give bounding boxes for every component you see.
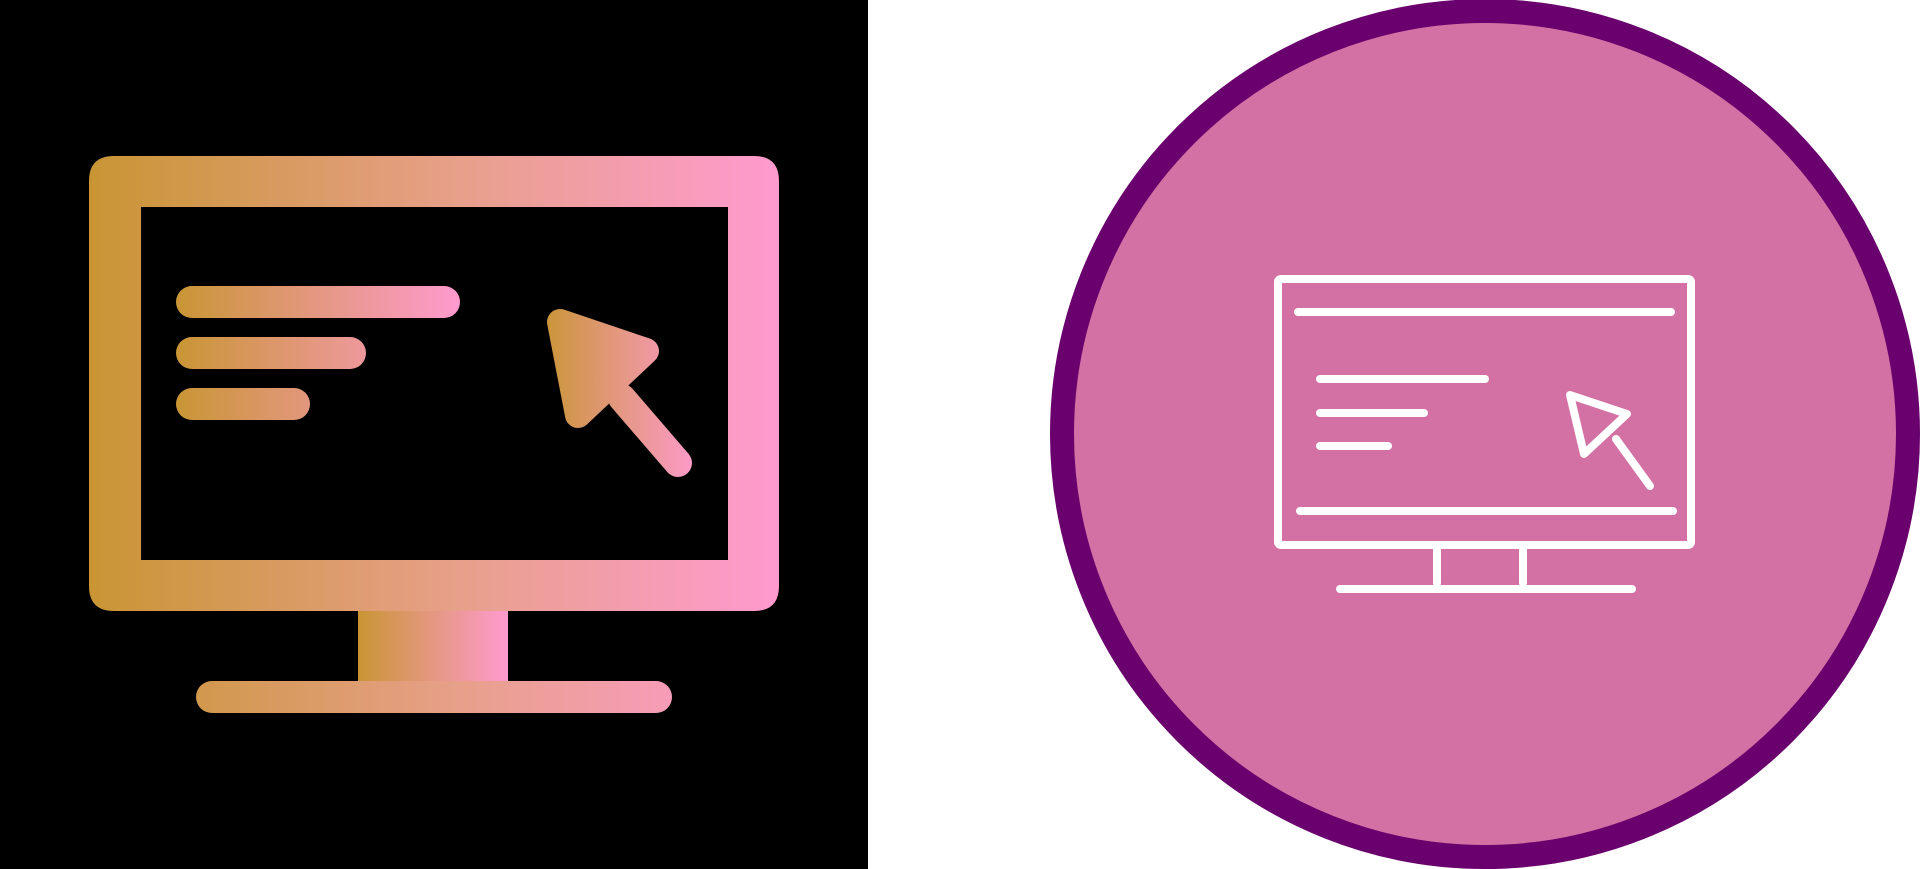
monitor-base [196, 681, 672, 713]
monitor-cursor-icon [89, 156, 779, 713]
circle-icon-panel [1040, 0, 1920, 869]
monitor-cursor-icon [1050, 0, 1920, 869]
text-line-1 [176, 286, 460, 318]
text-line-3 [176, 388, 310, 420]
cursor-arrow-icon [547, 309, 692, 477]
monitor-frame [89, 156, 779, 611]
gradient-icon-panel [0, 0, 868, 869]
text-line-2 [176, 337, 366, 369]
circle-background [1050, 0, 1920, 869]
monitor-neck [358, 611, 508, 683]
